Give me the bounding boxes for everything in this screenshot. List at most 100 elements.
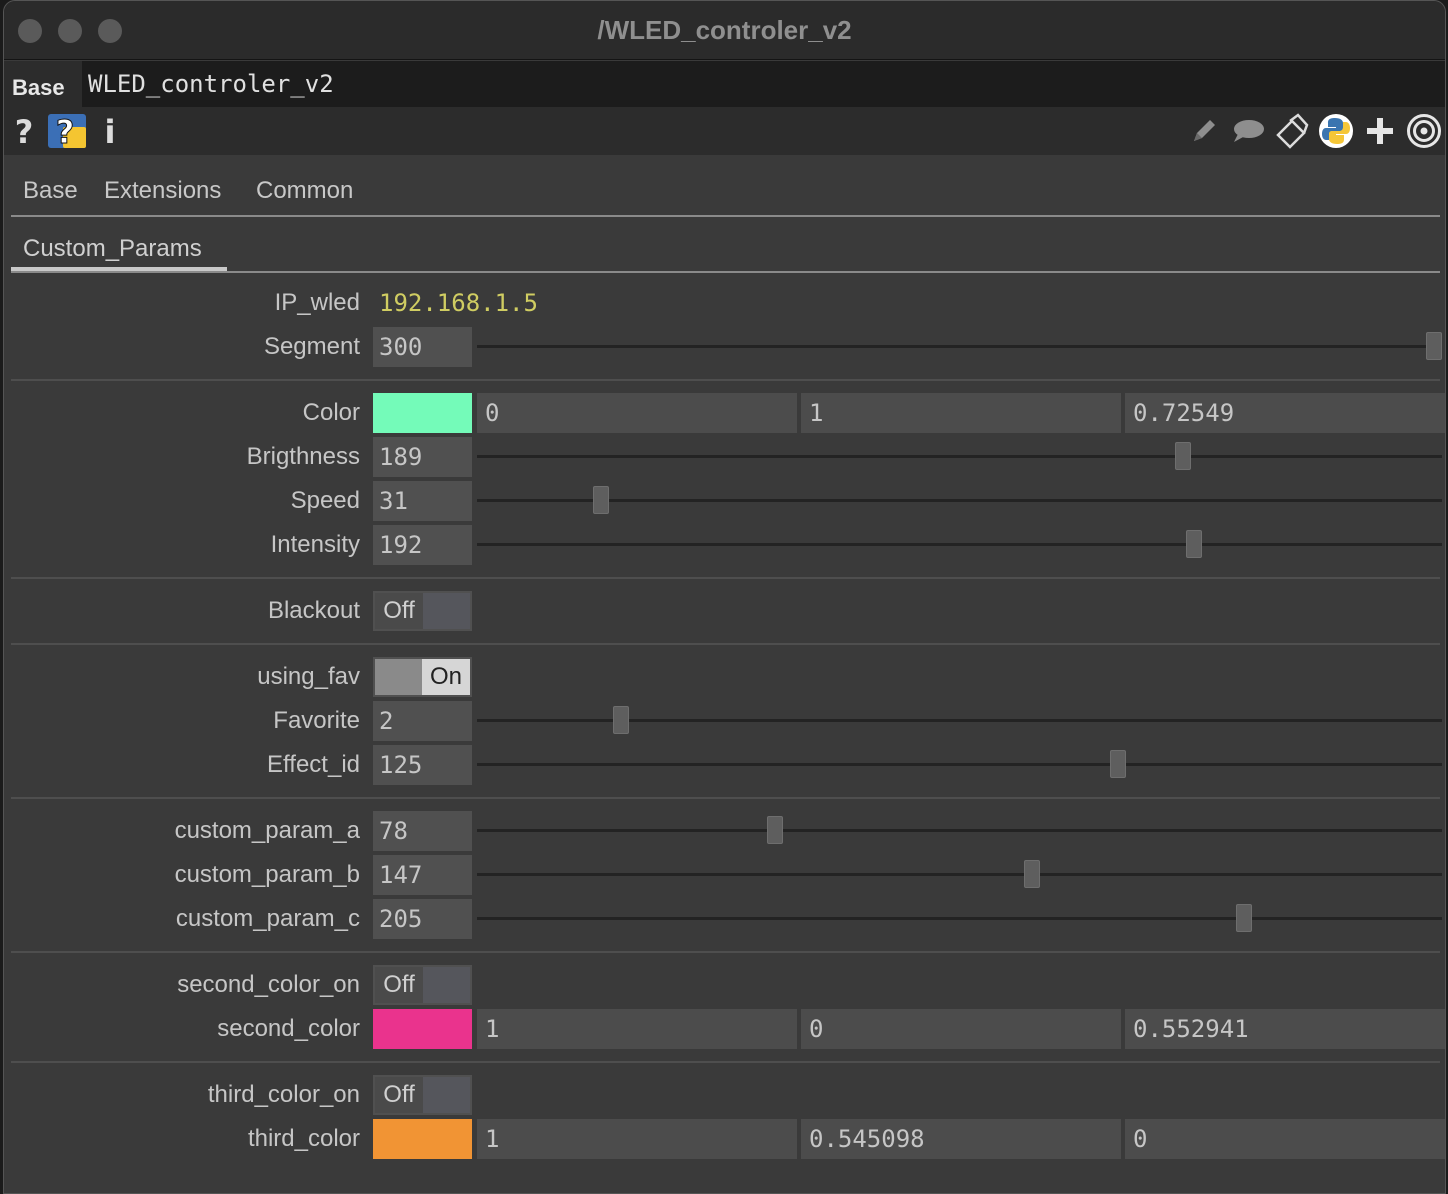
comment-icon[interactable] [1230, 113, 1266, 149]
second-color-r-field[interactable]: 1 [477, 1009, 797, 1049]
section-divider [11, 797, 1440, 799]
param-label-ip-wled: IP_wled [274, 289, 360, 316]
custom-param-b-slider-handle[interactable] [1023, 860, 1040, 888]
svg-text:?: ? [15, 114, 34, 148]
clone-icon[interactable] [1274, 113, 1310, 149]
param-label-second-color-on: second_color_on [177, 971, 360, 998]
brightness-slider[interactable] [477, 442, 1442, 470]
blackout-toggle-state: Off [383, 597, 415, 624]
color-r-field[interactable]: 0 [477, 393, 797, 433]
speed-value-field[interactable]: 31 [373, 481, 472, 521]
title-bar[interactable]: /WLED_controler_v2 [4, 1, 1445, 60]
third-color-swatch[interactable] [373, 1119, 472, 1159]
param-label-speed: Speed [290, 487, 360, 514]
section-divider [11, 643, 1440, 645]
window-title: /WLED_controler_v2 [597, 15, 852, 45]
target-icon[interactable] [1406, 113, 1442, 149]
second-color-swatch[interactable] [373, 1009, 472, 1049]
third-color-r-field[interactable]: 1 [477, 1119, 797, 1159]
segment-slider-handle[interactable] [1426, 332, 1442, 360]
parameter-window: /WLED_controler_v2 Base WLED_controler_v… [3, 0, 1446, 1194]
custom-param-c-value-field[interactable]: 205 [373, 899, 472, 939]
operator-name-field[interactable]: WLED_controler_v2 [82, 61, 1445, 107]
using-fav-toggle-state: On [422, 659, 470, 695]
svg-text:?: ? [56, 113, 75, 149]
custom-param-a-slider[interactable] [477, 816, 1442, 844]
param-label-third-color: third_color [247, 1125, 360, 1152]
active-tab-underline [11, 267, 227, 271]
page-tabs: Base Extensions Common [11, 155, 1440, 217]
speed-slider[interactable] [477, 486, 1442, 514]
favorite-slider-handle[interactable] [612, 706, 629, 734]
third-color-g-field[interactable]: 0.545098 [801, 1119, 1121, 1159]
param-label-color: Color [302, 399, 360, 426]
color-swatch[interactable] [373, 393, 472, 433]
operator-name-bar: Base WLED_controler_v2 [4, 61, 1445, 107]
blackout-toggle-knob [423, 593, 470, 629]
custom-param-b-value-field[interactable]: 147 [373, 855, 472, 895]
second-color-g-field[interactable]: 0 [801, 1009, 1121, 1049]
help-icon[interactable]: ? [12, 113, 36, 149]
parameter-panel: Base Extensions Common Custom_Params IP_… [4, 155, 1445, 1193]
using-fav-toggle-knob [375, 659, 422, 695]
ip-wled-field[interactable]: 192.168.1.5 [379, 289, 538, 317]
third-color-b-field[interactable]: 0 [1125, 1119, 1445, 1159]
param-label-favorite: Favorite [273, 707, 360, 734]
tab-extensions[interactable]: Extensions [104, 177, 221, 205]
add-icon[interactable] [1364, 113, 1396, 149]
param-label-custom-param-a: custom_param_a [174, 817, 360, 844]
segment-value-field[interactable]: 300 [373, 327, 472, 367]
param-label-custom-param-c: custom_param_c [175, 905, 360, 932]
effect-id-value-field[interactable]: 125 [373, 745, 472, 785]
info-icon[interactable]: i [100, 113, 120, 149]
tab-common[interactable]: Common [256, 177, 353, 205]
second-color-on-toggle[interactable]: Off [373, 965, 472, 1005]
custom-param-a-value-field[interactable]: 78 [373, 811, 472, 851]
python-icon[interactable] [1318, 113, 1354, 149]
icon-toolbar: ? ? i [4, 107, 1445, 155]
custom-param-b-slider[interactable] [477, 860, 1442, 888]
favorite-value-field[interactable]: 2 [373, 701, 472, 741]
param-label-segment: Segment [263, 333, 360, 360]
param-label-intensity: Intensity [270, 531, 360, 558]
using-fav-toggle[interactable]: On [373, 657, 472, 697]
favorite-slider[interactable] [477, 706, 1442, 734]
param-label-custom-param-b: custom_param_b [174, 861, 360, 888]
section-divider [11, 577, 1440, 579]
param-label-second-color: second_color [217, 1015, 360, 1042]
second-color-b-field[interactable]: 0.552941 [1125, 1009, 1445, 1049]
param-label-brightness: Brigthness [246, 443, 360, 470]
third-color-on-toggle[interactable]: Off [373, 1075, 472, 1115]
operator-type-label: Base [12, 75, 65, 100]
pencil-icon[interactable] [1188, 113, 1220, 149]
param-label-effect-id: Effect_id [267, 751, 360, 778]
second-color-on-toggle-knob [423, 967, 470, 1003]
param-label-third-color-on: third_color_on [207, 1081, 360, 1108]
custom-param-c-slider[interactable] [477, 904, 1442, 932]
section-divider [11, 379, 1440, 381]
custom-page-tabs: Custom_Params [11, 217, 1440, 273]
color-b-field[interactable]: 0.72549 [1125, 393, 1445, 433]
svg-text:i: i [105, 114, 116, 148]
custom-param-c-slider-handle[interactable] [1236, 904, 1253, 932]
intensity-value-field[interactable]: 192 [373, 525, 472, 565]
second-color-on-toggle-state: Off [383, 971, 415, 998]
speed-slider-handle[interactable] [592, 486, 609, 514]
brightness-value-field[interactable]: 189 [373, 437, 472, 477]
custom-param-a-slider-handle[interactable] [767, 816, 784, 844]
third-color-on-toggle-knob [423, 1077, 470, 1113]
brightness-slider-handle[interactable] [1174, 442, 1191, 470]
tab-custom-params[interactable]: Custom_Params [23, 235, 202, 263]
effect-id-slider[interactable] [477, 750, 1442, 778]
intensity-slider-handle[interactable] [1185, 530, 1202, 558]
blackout-toggle[interactable]: Off [373, 591, 472, 631]
segment-slider[interactable] [477, 332, 1442, 360]
param-label-blackout: Blackout [267, 597, 360, 624]
color-g-field[interactable]: 1 [801, 393, 1121, 433]
tab-base[interactable]: Base [23, 177, 78, 205]
section-divider [11, 1061, 1440, 1063]
effect-id-slider-handle[interactable] [1109, 750, 1126, 778]
python-help-icon[interactable]: ? [47, 113, 87, 149]
intensity-slider[interactable] [477, 530, 1442, 558]
param-label-using-fav: using_fav [257, 663, 360, 690]
